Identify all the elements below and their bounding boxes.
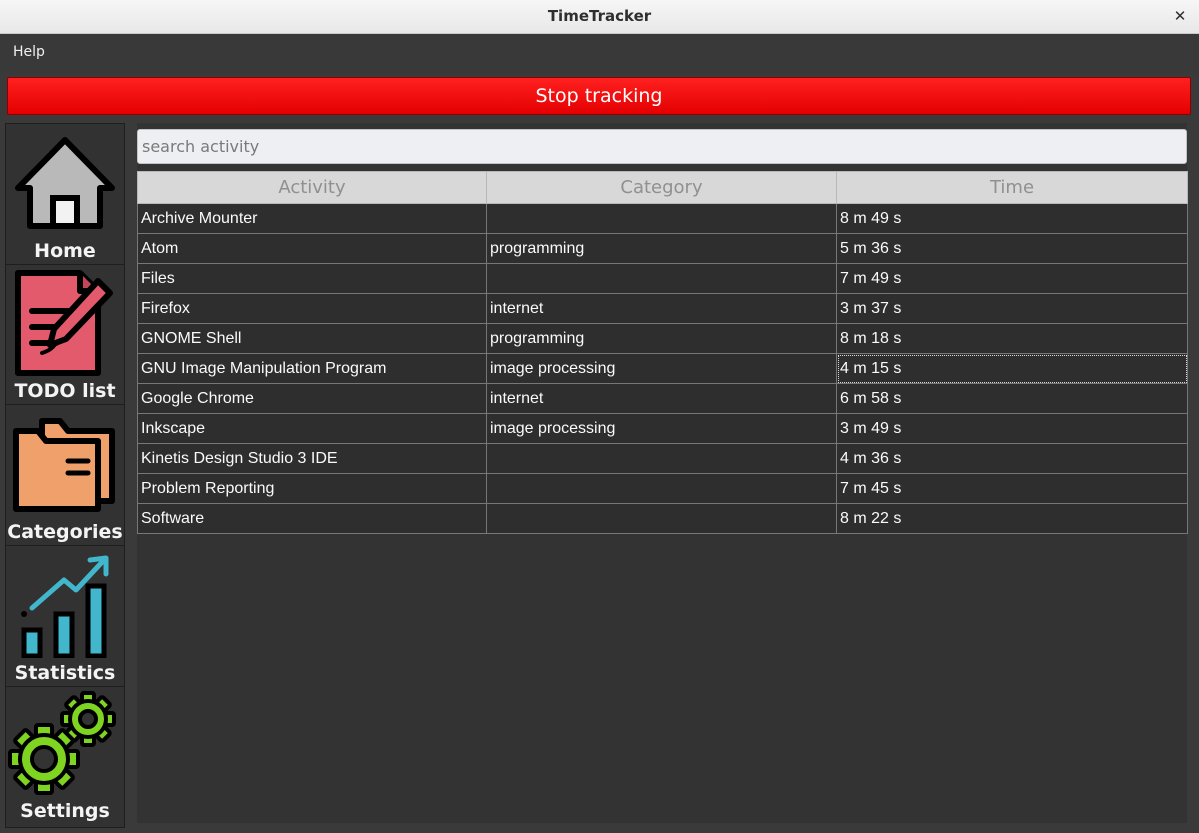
category-cell[interactable]: internet bbox=[486, 293, 837, 324]
activity-cell[interactable]: Files bbox=[137, 263, 487, 294]
activity-cell[interactable]: GNU Image Manipulation Program bbox=[137, 353, 487, 384]
category-cell[interactable]: image processing bbox=[486, 353, 837, 384]
table-row[interactable]: Atom programming 5 m 36 s bbox=[137, 233, 1188, 264]
menu-bar: Help bbox=[0, 34, 1199, 74]
statistics-icon bbox=[6, 550, 124, 662]
activity-cell[interactable]: Problem Reporting bbox=[137, 473, 487, 504]
activity-cell[interactable]: Google Chrome bbox=[137, 383, 487, 414]
sidebar-item-categories[interactable]: Categories bbox=[5, 404, 125, 546]
time-cell[interactable]: 8 m 22 s bbox=[836, 503, 1188, 534]
sidebar-item-label: Settings bbox=[20, 800, 110, 822]
time-cell[interactable]: 3 m 49 s bbox=[836, 413, 1188, 444]
category-cell[interactable] bbox=[486, 203, 837, 234]
home-icon bbox=[6, 134, 124, 238]
close-icon[interactable]: ✕ bbox=[1169, 6, 1191, 28]
time-cell[interactable]: 8 m 49 s bbox=[836, 203, 1188, 234]
category-cell[interactable] bbox=[486, 473, 837, 504]
sidebar-item-todo-list[interactable]: TODO list bbox=[5, 264, 125, 405]
table-row[interactable]: Inkscape image processing 3 m 49 s bbox=[137, 413, 1188, 444]
table-row[interactable]: GNU Image Manipulation Program image pro… bbox=[137, 353, 1188, 384]
time-cell[interactable]: 7 m 49 s bbox=[836, 263, 1188, 294]
time-cell[interactable]: 3 m 37 s bbox=[836, 293, 1188, 324]
category-cell[interactable] bbox=[486, 443, 837, 474]
category-cell[interactable] bbox=[486, 263, 837, 294]
category-cell[interactable]: programming bbox=[486, 323, 837, 354]
sidebar-item-settings[interactable]: Settings bbox=[5, 686, 125, 828]
sidebar: Home TODO list Categories Statistics Set… bbox=[5, 123, 125, 828]
sidebar-item-label: Home bbox=[34, 240, 96, 262]
column-header-category[interactable]: Category bbox=[486, 171, 837, 204]
table-row[interactable]: Firefox internet 3 m 37 s bbox=[137, 293, 1188, 324]
todo-list-icon bbox=[6, 269, 124, 383]
sidebar-item-label: TODO list bbox=[14, 380, 116, 402]
gear-icon bbox=[6, 689, 124, 801]
time-cell[interactable]: 7 m 45 s bbox=[836, 473, 1188, 504]
activity-cell[interactable]: Archive Mounter bbox=[137, 203, 487, 234]
title-bar: TimeTracker ✕ bbox=[0, 0, 1199, 34]
table-row[interactable]: Kinetis Design Studio 3 IDE 4 m 36 s bbox=[137, 443, 1188, 474]
activity-cell[interactable]: Kinetis Design Studio 3 IDE bbox=[137, 443, 487, 474]
table-row[interactable]: Archive Mounter 8 m 49 s bbox=[137, 203, 1188, 234]
time-cell[interactable]: 6 m 58 s bbox=[836, 383, 1188, 414]
category-cell[interactable]: internet bbox=[486, 383, 837, 414]
sidebar-item-label: Categories bbox=[7, 521, 123, 543]
table-row[interactable]: Problem Reporting 7 m 45 s bbox=[137, 473, 1188, 504]
column-header-time[interactable]: Time bbox=[836, 171, 1188, 204]
activity-cell[interactable]: GNOME Shell bbox=[137, 323, 487, 354]
time-cell[interactable]: 5 m 36 s bbox=[836, 233, 1188, 264]
sidebar-item-label: Statistics bbox=[14, 662, 116, 684]
activity-cell[interactable]: Inkscape bbox=[137, 413, 487, 444]
table-header-row: Activity Category Time bbox=[137, 171, 1188, 204]
table-row[interactable]: Files 7 m 49 s bbox=[137, 263, 1188, 294]
table-row[interactable]: Software 8 m 22 s bbox=[137, 503, 1188, 534]
stop-tracking-button[interactable]: Stop tracking bbox=[7, 77, 1191, 115]
menu-help[interactable]: Help bbox=[13, 44, 45, 60]
main-panel: Activity Category Time Archive Mounter 8… bbox=[137, 123, 1188, 823]
activity-cell[interactable]: Firefox bbox=[137, 293, 487, 324]
time-cell[interactable]: 8 m 18 s bbox=[836, 323, 1188, 354]
table-row[interactable]: Google Chrome internet 6 m 58 s bbox=[137, 383, 1188, 414]
folder-icon bbox=[6, 417, 124, 517]
category-cell[interactable]: programming bbox=[486, 233, 837, 264]
sidebar-item-home[interactable]: Home bbox=[5, 123, 125, 265]
activity-cell[interactable]: Software bbox=[137, 503, 487, 534]
time-cell[interactable]: 4 m 15 s bbox=[836, 353, 1188, 384]
category-cell[interactable]: image processing bbox=[486, 413, 837, 444]
category-cell[interactable] bbox=[486, 503, 837, 534]
column-header-activity[interactable]: Activity bbox=[137, 171, 487, 204]
window-title: TimeTracker bbox=[547, 7, 652, 25]
table-row[interactable]: GNOME Shell programming 8 m 18 s bbox=[137, 323, 1188, 354]
sidebar-item-statistics[interactable]: Statistics bbox=[5, 545, 125, 687]
activity-cell[interactable]: Atom bbox=[137, 233, 487, 264]
time-cell[interactable]: 4 m 36 s bbox=[836, 443, 1188, 474]
search-input[interactable] bbox=[137, 129, 1187, 164]
activity-table: Activity Category Time Archive Mounter 8… bbox=[137, 171, 1188, 534]
